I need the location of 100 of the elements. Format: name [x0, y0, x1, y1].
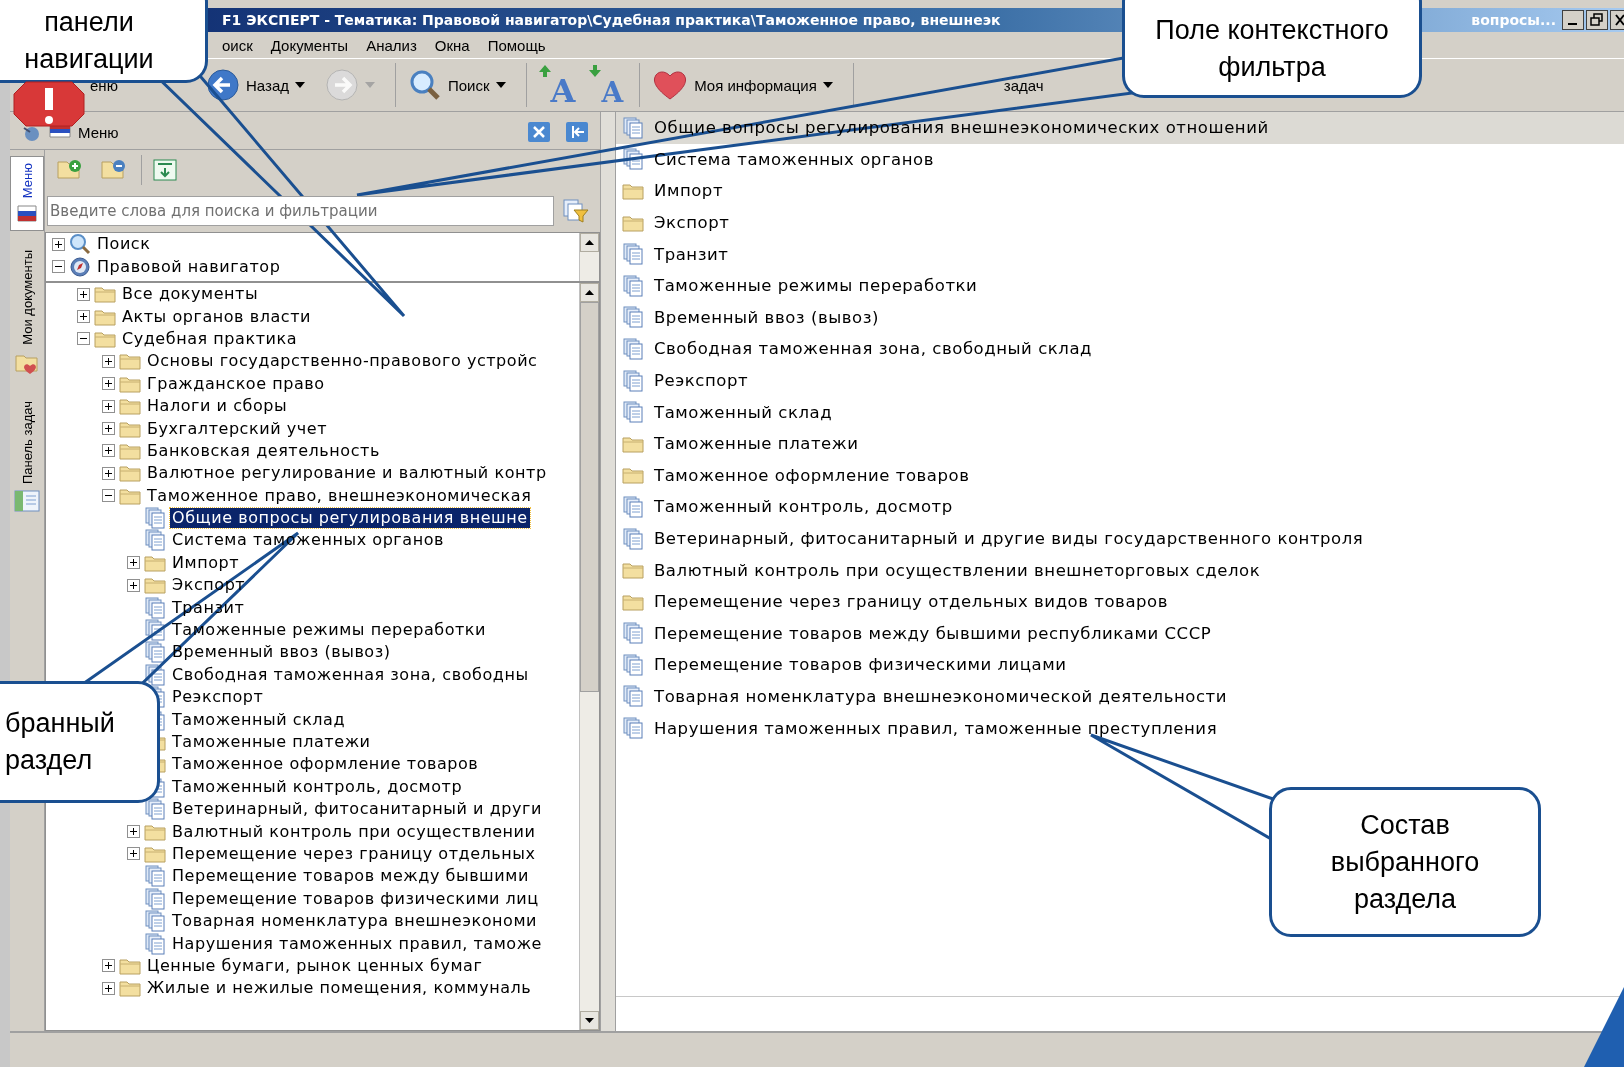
expand-toggle-icon[interactable] — [77, 310, 90, 324]
list-item[interactable]: Свободная таможенная зона, свободный склад — [616, 333, 1624, 365]
tree-item[interactable]: Товарная номенклатура внешнеэкономи — [170, 911, 539, 932]
collapse-toggle-icon[interactable] — [102, 489, 115, 503]
tree-item[interactable]: Таможенный контроль, досмотр — [170, 776, 465, 797]
flag-icon — [15, 204, 39, 225]
expand-toggle-icon[interactable] — [102, 422, 115, 436]
side-tab[interactable]: Мои документы — [10, 243, 44, 382]
expand-toggle-icon[interactable] — [127, 825, 140, 839]
tree-item[interactable]: Таможенные платежи — [170, 732, 373, 752]
menu-item[interactable]: Документы — [270, 36, 349, 54]
tree-item[interactable]: Налоги и сборы — [145, 396, 290, 417]
tree-item[interactable]: Общие вопросы регулирования внешне — [170, 508, 530, 529]
menu-item[interactable]: Помощь — [487, 36, 546, 54]
expand-toggle-icon[interactable] — [102, 981, 115, 995]
list-item[interactable]: Таможенный склад — [616, 396, 1624, 428]
collapse-toggle-icon[interactable] — [52, 260, 65, 274]
list-item[interactable]: Система таможенных органов — [616, 143, 1624, 176]
list-item[interactable]: Таможенный контроль, досмотр — [616, 491, 1624, 523]
list-item[interactable]: Транзит — [616, 238, 1624, 270]
tree-item[interactable]: Перемещение через границу отдельных — [170, 843, 538, 864]
expand-toggle-icon[interactable] — [102, 399, 115, 413]
list-item[interactable]: Ветеринарный, фитосанитарный и другие виды государственного контроля — [616, 522, 1624, 555]
tree-item[interactable]: Акты органов власти — [120, 306, 313, 327]
expand-toggle-icon[interactable] — [52, 237, 65, 251]
folder-icon — [622, 561, 644, 580]
compass-icon — [69, 255, 91, 278]
minimize-icon[interactable] — [1562, 10, 1584, 30]
restore-icon[interactable] — [1586, 10, 1608, 30]
tree-item[interactable]: Валютный контроль при осуществлении — [170, 821, 538, 842]
search-button[interactable]: Поиск — [395, 63, 514, 107]
expand-toggle-icon[interactable] — [127, 847, 140, 861]
tree-item[interactable]: Банковская деятельность — [145, 440, 382, 461]
tree-item[interactable]: Таможенный склад — [170, 709, 348, 730]
scroll-up-icon[interactable] — [580, 233, 599, 252]
list-item[interactable]: Перемещение через границу отдельных видов товаров — [616, 585, 1624, 618]
close-icon[interactable] — [1610, 10, 1624, 30]
tree-item[interactable]: Все документы — [120, 284, 261, 305]
list-item[interactable]: Таможенное оформление товаров — [616, 459, 1624, 492]
list-item[interactable]: Нарушения таможенных правил, таможенные преступления — [616, 712, 1624, 744]
document-stack-icon — [144, 641, 166, 664]
tree-item[interactable]: Перемещение товаров физическими лиц — [170, 888, 541, 909]
tree-item[interactable]: Таможенное оформление товаров — [170, 754, 481, 775]
expand-all-icon[interactable] — [56, 158, 84, 182]
tree-item[interactable]: Валютное регулирование и валютный контр — [145, 463, 549, 484]
tree-item[interactable]: Импорт — [170, 552, 242, 573]
list-item[interactable]: Временный ввоз (вывоз) — [616, 301, 1624, 334]
scroll-up-icon[interactable] — [580, 283, 599, 302]
list-item[interactable]: Валютный контроль при осуществлении внешнеторговых сделок — [616, 554, 1624, 586]
collapse-panel-icon[interactable] — [566, 122, 588, 142]
list-item[interactable]: Перемещение товаров между бывшими республиками СССР — [616, 617, 1624, 650]
tree-item[interactable]: Жилые и нежилые помещения, коммуналь — [145, 978, 534, 999]
tree-item[interactable]: Основы государственно-правового устройс — [145, 351, 540, 372]
list-item[interactable]: Таможенные режимы переработки — [616, 269, 1624, 302]
expand-toggle-icon[interactable] — [77, 287, 90, 301]
collapse-toggle-icon[interactable] — [77, 332, 90, 346]
filter-icon[interactable] — [562, 198, 590, 224]
tree-item[interactable]: Перемещение товаров между бывшими — [170, 866, 531, 887]
document-stack-icon — [144, 932, 166, 955]
filter-field[interactable]: Введите слова для поиска и фильтрации — [47, 196, 554, 226]
list-item[interactable]: Реэкспорт — [616, 364, 1624, 397]
expand-toggle-icon[interactable] — [127, 578, 140, 592]
scroll-down-icon[interactable] — [580, 1011, 599, 1030]
toolbar-button[interactable]: задач — [852, 63, 1050, 107]
tree-item[interactable]: Ценные бумаги, рынок ценных бумаг — [145, 955, 485, 976]
tree-item[interactable]: Реэкспорт — [170, 687, 266, 708]
document-stack-icon — [144, 910, 166, 933]
expand-toggle-icon[interactable] — [102, 354, 115, 368]
menu-item[interactable]: Окна — [434, 36, 470, 54]
expand-toggle-icon[interactable] — [127, 556, 140, 570]
list-item[interactable]: Экспорт — [616, 206, 1624, 239]
folder-icon — [622, 213, 644, 232]
list-item[interactable]: Товарная номенклатура внешнеэкономической деятельности — [616, 680, 1624, 713]
tree-item[interactable]: Судебная практика — [120, 328, 299, 349]
list-item[interactable]: Импорт — [616, 175, 1624, 207]
tree-item[interactable]: Гражданское право — [145, 373, 327, 394]
tree-item[interactable]: Временный ввоз (вывоз) — [170, 642, 393, 663]
expand-toggle-icon[interactable] — [102, 466, 115, 480]
expand-toggle-icon[interactable] — [102, 959, 115, 973]
tree-item[interactable]: Правовой навигатор — [95, 256, 283, 277]
list-item[interactable]: Перемещение товаров физическими лицами — [616, 649, 1624, 681]
tree-item[interactable]: Свободная таможенная зона, свободны — [170, 664, 531, 685]
expand-toggle-icon[interactable] — [102, 377, 115, 391]
folder-icon — [144, 576, 166, 595]
menu-item[interactable]: Анализ — [366, 36, 417, 54]
list-item[interactable]: Таможенные платежи — [616, 427, 1624, 460]
menu-item[interactable]: оиск — [222, 36, 253, 54]
back-button[interactable]: Назад — [200, 63, 313, 107]
tree-item[interactable]: Ветеринарный, фитосанитарный и други — [170, 799, 544, 820]
tree-item[interactable]: Поиск — [95, 234, 153, 255]
expand-toggle-icon[interactable] — [102, 444, 115, 458]
my-information-button[interactable]: Моя информация — [639, 63, 841, 107]
tree-item[interactable]: Таможенное право, внешнеэкономическая — [145, 485, 534, 506]
scrollbar-thumb[interactable] — [580, 302, 599, 692]
collapse-all-icon[interactable] — [100, 158, 128, 182]
side-tab[interactable]: Меню — [10, 156, 44, 232]
tree-item[interactable]: Бухгалтерский учет — [145, 418, 329, 439]
side-tab[interactable]: Панель задач — [10, 393, 44, 519]
sync-icon[interactable] — [152, 158, 178, 182]
tree-item[interactable]: Нарушения таможенных правил, таможе — [170, 933, 544, 954]
